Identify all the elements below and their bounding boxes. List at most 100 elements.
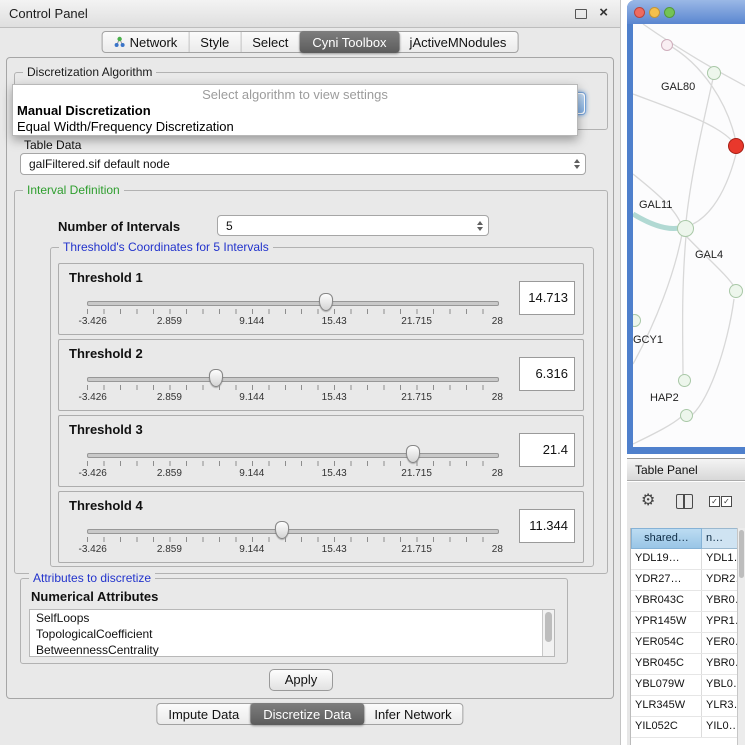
slider-track[interactable] bbox=[87, 377, 499, 382]
cell: YDR27… bbox=[631, 570, 702, 590]
threshold-3-label: Threshold 3 bbox=[69, 422, 143, 437]
tab-infer-network[interactable]: Infer Network bbox=[363, 704, 462, 724]
close-icon[interactable]: × bbox=[599, 3, 608, 23]
slider-track[interactable] bbox=[87, 453, 499, 458]
table-row[interactable]: YLR345WYLR3… bbox=[631, 696, 738, 717]
network-node[interactable] bbox=[661, 39, 673, 51]
cell: YBR043C bbox=[631, 591, 702, 611]
dropdown-option-equal-width[interactable]: Equal Width/Frequency Discretization bbox=[13, 119, 577, 135]
table-row[interactable]: YER054CYER0… bbox=[631, 633, 738, 654]
threshold-2-slider[interactable]: -3.426 2.859 9.144 15.43 21.715 28 bbox=[87, 368, 499, 408]
threshold-4-slider[interactable]: -3.426 2.859 9.144 15.43 21.715 28 bbox=[87, 520, 499, 560]
scale-label: 15.43 bbox=[322, 316, 347, 327]
group-title: Threshold's Coordinates for 5 Intervals bbox=[59, 240, 273, 254]
network-canvas[interactable]: GAL80 GAL11 GAL4 GCY1 HAP2 bbox=[633, 24, 745, 447]
columns-icon[interactable] bbox=[676, 494, 693, 509]
dropdown-option-manual[interactable]: Manual Discretization bbox=[13, 103, 577, 119]
scale-label: -3.426 bbox=[78, 544, 106, 555]
table-row[interactable]: YBL079WYBL0… bbox=[631, 675, 738, 696]
scale-label: 2.859 bbox=[157, 316, 182, 327]
threshold-3-value-field[interactable]: 21.4 bbox=[519, 433, 575, 467]
slider-scale: -3.426 2.859 9.144 15.43 21.715 28 bbox=[87, 392, 499, 404]
cell: YBL079W bbox=[631, 675, 702, 695]
group-title: Interval Definition bbox=[23, 183, 124, 197]
list-item[interactable]: BetweennessCentrality bbox=[30, 642, 554, 657]
scale-label: 28 bbox=[492, 468, 503, 479]
scrollbar-thumb[interactable] bbox=[739, 530, 744, 578]
threshold-4-label: Threshold 4 bbox=[69, 498, 143, 513]
apply-button[interactable]: Apply bbox=[269, 669, 333, 691]
slider-ticks bbox=[87, 309, 499, 314]
scale-label: 2.859 bbox=[157, 468, 182, 479]
scale-label: 15.43 bbox=[322, 392, 347, 403]
cell: YDL1… bbox=[702, 549, 738, 569]
network-node-selected[interactable] bbox=[728, 138, 744, 154]
threshold-2-panel: Threshold 2 6.316 -3.426 2.859 9.144 15.… bbox=[58, 339, 584, 411]
list-item[interactable]: TopologicalCoefficient bbox=[30, 626, 554, 642]
minimize-traffic-light[interactable] bbox=[649, 7, 660, 18]
scale-label: 15.43 bbox=[322, 544, 347, 555]
tab-impute-data[interactable]: Impute Data bbox=[157, 704, 251, 724]
group-title: Discretization Algorithm bbox=[23, 65, 156, 79]
panel-title: Control Panel bbox=[9, 6, 88, 21]
network-node[interactable] bbox=[680, 409, 693, 422]
tab-style[interactable]: Style bbox=[189, 32, 241, 52]
tab-network[interactable]: Network bbox=[103, 32, 190, 52]
zoom-traffic-light[interactable] bbox=[664, 7, 675, 18]
network-node[interactable] bbox=[678, 374, 691, 387]
table-data-combobox[interactable]: galFiltered.sif default node bbox=[20, 153, 586, 175]
tab-discretize-data[interactable]: Discretize Data bbox=[250, 703, 364, 725]
slider-ticks bbox=[87, 461, 499, 466]
close-traffic-light[interactable] bbox=[634, 7, 645, 18]
attributes-scrollbar[interactable] bbox=[542, 610, 554, 656]
tab-cyni-toolbox[interactable]: Cyni Toolbox bbox=[299, 31, 399, 53]
group-title: Attributes to discretize bbox=[29, 571, 155, 585]
threshold-1-panel: Threshold 1 14.713 -3.426 2.859 9.144 15… bbox=[58, 263, 584, 335]
table-row[interactable]: YPR145WYPR1… bbox=[631, 612, 738, 633]
num-intervals-label: Number of Intervals bbox=[58, 219, 180, 234]
checkbox-icon[interactable]: ✓ bbox=[721, 496, 732, 507]
node-attribute-table: shared… n… YDL19…YDL1… YDR27…YDR2… YBR04… bbox=[630, 528, 738, 745]
column-header-name[interactable]: n… bbox=[702, 528, 738, 549]
scale-label: 2.859 bbox=[157, 544, 182, 555]
network-node[interactable] bbox=[677, 220, 694, 237]
table-panel-header: Table Panel bbox=[627, 458, 745, 481]
float-window-icon[interactable] bbox=[575, 9, 587, 19]
checkbox-icon[interactable]: ✓ bbox=[709, 496, 720, 507]
tab-label: jActiveMNodules bbox=[410, 35, 507, 50]
threshold-4-value-field[interactable]: 11.344 bbox=[519, 509, 575, 543]
node-label-hap2: HAP2 bbox=[650, 392, 679, 404]
gear-icon[interactable]: ⚙ bbox=[641, 490, 655, 510]
scale-label: 15.43 bbox=[322, 468, 347, 479]
table-row[interactable]: YDL19…YDL1… bbox=[631, 549, 738, 570]
table-scrollbar[interactable] bbox=[737, 528, 745, 745]
scale-label: -3.426 bbox=[78, 468, 106, 479]
threshold-2-label: Threshold 2 bbox=[69, 346, 143, 361]
network-node[interactable] bbox=[729, 284, 743, 298]
scale-label: 9.144 bbox=[239, 392, 264, 403]
threshold-1-value-field[interactable]: 14.713 bbox=[519, 281, 575, 315]
network-node[interactable] bbox=[707, 66, 721, 80]
column-header-shared-name[interactable]: shared… bbox=[631, 528, 702, 549]
table-row[interactable]: YIL052CYIL0… bbox=[631, 717, 738, 738]
top-tab-bar: Network Style Select Cyni Toolbox jActiv… bbox=[102, 31, 519, 53]
slider-track[interactable] bbox=[87, 301, 499, 306]
table-row[interactable]: YBR045CYBR0… bbox=[631, 654, 738, 675]
num-intervals-combobox[interactable]: 5 bbox=[217, 215, 489, 236]
threshold-3-slider[interactable]: -3.426 2.859 9.144 15.43 21.715 28 bbox=[87, 444, 499, 484]
slider-track[interactable] bbox=[87, 529, 499, 534]
tab-select[interactable]: Select bbox=[241, 32, 300, 52]
bottom-tab-bar: Impute Data Discretize Data Infer Networ… bbox=[156, 703, 463, 725]
control-panel-titlebar: Control Panel × bbox=[0, 0, 620, 28]
tab-jactivemnodules[interactable]: jActiveMNodules bbox=[399, 32, 518, 52]
scrollbar-thumb[interactable] bbox=[545, 612, 552, 642]
threshold-2-value-field[interactable]: 6.316 bbox=[519, 357, 575, 391]
list-item[interactable]: SelfLoops bbox=[30, 610, 554, 626]
tab-label: Discretize Data bbox=[263, 707, 351, 722]
table-row[interactable]: YBR043CYBR0… bbox=[631, 591, 738, 612]
threshold-1-slider[interactable]: -3.426 2.859 9.144 15.43 21.715 28 bbox=[87, 292, 499, 332]
table-row[interactable]: YDR27…YDR2… bbox=[631, 570, 738, 591]
scale-label: 28 bbox=[492, 544, 503, 555]
num-intervals-value: 5 bbox=[226, 219, 233, 233]
tab-label: Select bbox=[252, 35, 288, 50]
